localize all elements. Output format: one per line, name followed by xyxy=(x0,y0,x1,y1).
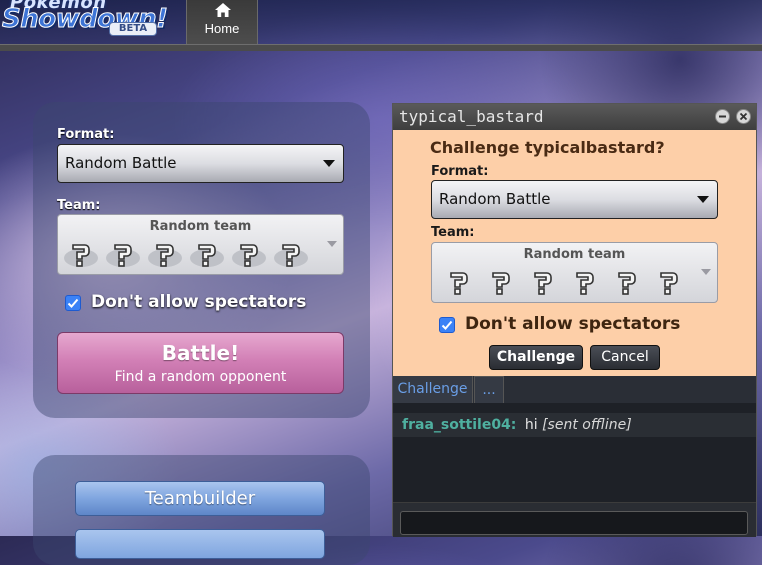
unknown-pokemon-icon xyxy=(567,267,603,297)
tab-more[interactable]: ... xyxy=(474,376,504,403)
battle-button[interactable]: Battle! Find a random opponent xyxy=(57,332,344,394)
chat-input[interactable] xyxy=(400,511,748,535)
unknown-pokemon-icon xyxy=(273,239,309,269)
chevron-down-icon xyxy=(323,160,335,167)
chevron-down-icon xyxy=(697,196,709,203)
unknown-pokemon-icon xyxy=(189,239,225,269)
spectators-label: Don't allow spectators xyxy=(91,292,307,312)
challenge-heading: Challenge typicalbastard? xyxy=(430,138,665,157)
challenge-form: Challenge typicalbastard? Format: Random… xyxy=(393,130,756,376)
spectators-checkbox[interactable] xyxy=(65,295,81,311)
challenge-window: typical_bastard Challenge typicalbastard… xyxy=(392,103,757,537)
close-icon[interactable] xyxy=(736,109,751,124)
tab-strip xyxy=(0,44,762,51)
popup-format-label: Format: xyxy=(431,164,489,179)
unknown-pokemon-icon xyxy=(441,267,477,297)
chat-offline-note: [sent offline] xyxy=(542,417,632,433)
format-select[interactable]: Random Battle xyxy=(57,144,344,183)
popup-team-value: Random team xyxy=(523,247,626,262)
showdown-logo[interactable]: Pokémon Showdown! BETA xyxy=(0,0,182,44)
unknown-pokemon-icon xyxy=(105,239,141,269)
minimize-icon[interactable] xyxy=(715,109,730,124)
window-title-text: typical_bastard xyxy=(399,107,544,126)
battle-button-subtitle: Find a random opponent xyxy=(114,369,287,385)
team-select-value: Random team xyxy=(149,219,252,234)
logo-beta-badge: BETA xyxy=(109,22,157,36)
popup-tabs: Challenge ... xyxy=(393,376,756,403)
chat-text: hi xyxy=(524,417,538,433)
spectators-option[interactable]: Don't allow spectators xyxy=(65,292,345,314)
chat-message: fraa_sottile04: hi [sent offline] xyxy=(393,413,756,437)
tab-home-label: Home xyxy=(204,21,240,36)
cancel-button[interactable]: Cancel xyxy=(590,345,660,370)
popup-team-select[interactable]: Random team xyxy=(431,242,718,303)
unknown-pokemon-icon xyxy=(483,267,519,297)
unknown-pokemon-icon xyxy=(231,239,267,269)
team-label: Team: xyxy=(57,198,101,213)
teambuilder-button[interactable]: Teambuilder xyxy=(75,481,325,516)
format-select-value: Random Battle xyxy=(65,154,177,172)
unknown-pokemon-icon xyxy=(525,267,561,297)
popup-team-icons xyxy=(441,267,693,297)
main-menu-panel: Format: Random Battle Team: Random team … xyxy=(33,102,370,418)
chat-input-bar xyxy=(393,502,756,537)
team-select[interactable]: Random team xyxy=(57,214,344,275)
home-icon xyxy=(215,3,231,17)
popup-format-value: Random Battle xyxy=(439,190,551,208)
secondary-menu-panel: Teambuilder xyxy=(33,455,370,565)
format-label: Format: xyxy=(57,127,115,142)
chat-username[interactable]: fraa_sottile04: xyxy=(402,417,516,433)
chevron-down-icon xyxy=(701,269,711,275)
battle-button-title: Battle! xyxy=(161,341,240,365)
unknown-pokemon-icon xyxy=(651,267,687,297)
tab-home[interactable]: Home xyxy=(186,0,258,44)
popup-spectators-option[interactable]: Don't allow spectators xyxy=(439,314,729,336)
unknown-pokemon-icon xyxy=(63,239,99,269)
unknown-pokemon-icon xyxy=(609,267,645,297)
menu-button-partial[interactable] xyxy=(75,529,325,559)
popup-team-label: Team: xyxy=(431,225,475,240)
window-title: typical_bastard xyxy=(393,104,756,130)
top-header: Pokémon Showdown! BETA Home xyxy=(0,0,762,44)
checkmark-icon xyxy=(67,298,79,308)
team-icons xyxy=(63,239,315,269)
popup-spectators-label: Don't allow spectators xyxy=(465,314,681,334)
unknown-pokemon-icon xyxy=(147,239,183,269)
tab-challenge[interactable]: Challenge xyxy=(393,376,473,403)
challenge-button[interactable]: Challenge xyxy=(489,345,583,370)
checkmark-icon xyxy=(441,320,453,330)
chevron-down-icon xyxy=(327,241,337,247)
popup-spectators-checkbox[interactable] xyxy=(439,317,455,333)
popup-format-select[interactable]: Random Battle xyxy=(431,180,718,219)
